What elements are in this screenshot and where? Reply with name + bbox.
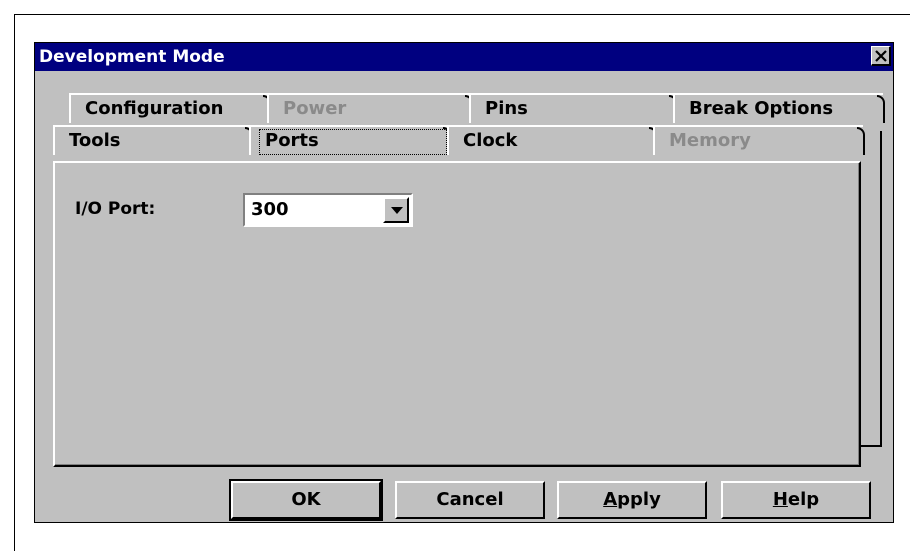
tab-label: Break Options	[689, 98, 834, 119]
close-icon	[875, 50, 887, 62]
tab-clock[interactable]: Clock	[447, 125, 657, 155]
help-button[interactable]: Help	[721, 481, 871, 519]
tab-power: Power	[267, 93, 473, 123]
window-title: Development Mode	[39, 47, 225, 67]
focus-indicator	[259, 129, 447, 155]
tab-label: Configuration	[85, 98, 224, 119]
apply-button-label: Apply	[603, 489, 661, 510]
development-mode-dialog: Development Mode Configuration Power Pin…	[34, 42, 894, 523]
io-port-select[interactable]: 300	[243, 193, 413, 227]
tab-label: Clock	[463, 130, 518, 151]
tab-break-options[interactable]: Break Options	[673, 93, 885, 123]
tab-tools[interactable]: Tools	[53, 125, 253, 155]
chevron-down-icon[interactable]	[383, 197, 409, 223]
io-port-label: I/O Port:	[75, 199, 156, 219]
help-button-label: Help	[772, 489, 820, 510]
tab-pins[interactable]: Pins	[469, 93, 677, 123]
tab-memory: Memory	[653, 125, 865, 155]
ports-tab-panel: I/O Port: 300	[53, 161, 861, 467]
tab-label: Power	[283, 98, 347, 119]
ok-button[interactable]: OK	[229, 479, 383, 521]
cancel-button[interactable]: Cancel	[395, 481, 545, 519]
close-button[interactable]	[871, 46, 891, 66]
panel-shadow	[55, 163, 859, 465]
cancel-button-label: Cancel	[436, 489, 504, 510]
tab-label: Tools	[69, 130, 121, 151]
title-bar: Development Mode	[35, 43, 893, 71]
tab-configuration[interactable]: Configuration	[69, 93, 271, 123]
io-port-value: 300	[251, 199, 289, 220]
tab-label: Pins	[485, 98, 528, 119]
tab-label: Memory	[669, 130, 751, 151]
ok-button-label: OK	[291, 489, 321, 510]
apply-button[interactable]: Apply	[557, 481, 707, 519]
